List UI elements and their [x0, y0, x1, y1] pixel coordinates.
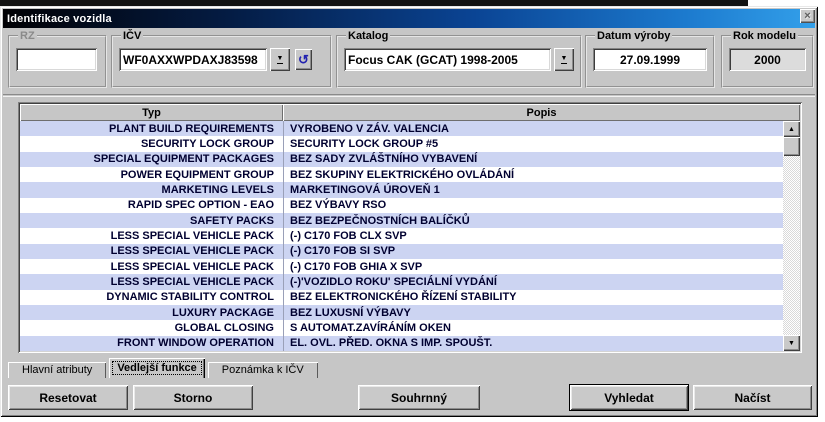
rz-label: RZ	[18, 30, 37, 42]
table-row[interactable]: SECURITY LOCK GROUPSECURITY LOCK GROUP #…	[20, 136, 783, 151]
column-header-typ[interactable]: Typ	[20, 104, 283, 121]
tab-bar: Hlavní atributy Vedlejší funkce Poznámka…	[8, 358, 321, 378]
cell-popis: (-)'VOZIDLO ROKU' SPECIÁLNÍ VYDÁNÍ	[283, 274, 783, 289]
table-row[interactable]: MARKETING LEVELSMARKETINGOVÁ ÚROVEŇ 1	[20, 182, 783, 197]
cell-popis: EL. OVL. PŘED. OKNA S IMP. SPOUŠT.	[283, 336, 783, 351]
cell-popis: (-) C170 FOB GHIA X SVP	[283, 259, 783, 274]
cell-popis: BEZ LUXUSNÍ VÝBAVY	[283, 305, 783, 320]
icv-dropdown-button[interactable]: ▼	[270, 48, 290, 71]
cell-typ: MARKETING LEVELS	[20, 184, 283, 196]
dialog-identifikace-vozidla: Identifikace vozidla × RZ IČV ▼ ↺ Katalo…	[0, 6, 818, 417]
cell-popis: (-) C170 FOB SI SVP	[283, 244, 783, 259]
cell-popis: BEZ BEZPEČNOSTNÍCH BALÍČKŮ	[283, 213, 783, 228]
storno-button[interactable]: Storno	[133, 385, 253, 410]
vertical-scrollbar[interactable]: ▲ ▼	[783, 121, 800, 351]
table-row[interactable]: PLANT BUILD REQUIREMENTSVYROBENO V ZÁV. …	[20, 121, 783, 136]
rz-input[interactable]	[16, 48, 97, 71]
table-row[interactable]: DYNAMIC STABILITY CONTROLBEZ ELEKTRONICK…	[20, 290, 783, 305]
cell-popis: S AUTOMAT.ZAVÍRÁNÍM OKEN	[283, 320, 783, 335]
table-row[interactable]: SPECIAL EQUIPMENT PACKAGESBEZ SADY ZVLÁŠ…	[20, 152, 783, 167]
cell-typ: POWER EQUIPMENT GROUP	[20, 169, 283, 181]
scroll-up-button[interactable]: ▲	[783, 121, 800, 137]
cell-typ: SECURITY LOCK GROUP	[20, 138, 283, 150]
cell-typ: LESS SPECIAL VEHICLE PACK	[20, 261, 283, 273]
cell-popis: (-) C170 FOB CLX SVP	[283, 228, 783, 243]
undo-icon: ↺	[298, 53, 309, 66]
table-header: Typ Popis	[20, 104, 800, 121]
datum-vyroby-label: Datum výroby	[595, 30, 672, 42]
icv-input[interactable]	[119, 48, 267, 71]
table-row[interactable]: LUXURY PACKAGEBEZ LUXUSNÍ VÝBAVY	[20, 305, 783, 320]
cell-popis: BEZ VÝBAVY RSO	[283, 198, 783, 213]
group-datum-vyroby: Datum výroby	[585, 30, 715, 88]
group-rz: RZ	[8, 30, 107, 88]
close-icon: ×	[804, 10, 810, 22]
cell-typ: GLOBAL CLOSING	[20, 322, 283, 334]
katalog-dropdown-button[interactable]: ▼	[554, 48, 574, 71]
table-row[interactable]: POWER EQUIPMENT GROUPBEZ SKUPINY ELEKTRI…	[20, 167, 783, 182]
cell-typ: LUXURY PACKAGE	[20, 307, 283, 319]
tab-vedlejsi-funkce[interactable]: Vedlejší funkce	[109, 358, 204, 378]
column-header-popis[interactable]: Popis	[283, 104, 800, 121]
close-button[interactable]: ×	[800, 9, 815, 23]
cell-typ: LESS SPECIAL VEHICLE PACK	[20, 276, 283, 288]
cell-typ: SPECIAL EQUIPMENT PACKAGES	[20, 153, 283, 165]
scrollbar-thumb[interactable]	[783, 137, 800, 156]
souhrnny-button[interactable]: Souhrnný	[358, 385, 480, 410]
scroll-down-icon: ▼	[788, 340, 795, 347]
katalog-input[interactable]	[344, 48, 551, 71]
katalog-label: Katalog	[346, 30, 390, 42]
tab-hlavni-atributy[interactable]: Hlavní atributy	[8, 362, 106, 378]
tab-poznamka-k-icv[interactable]: Poznámka k IČV	[208, 362, 318, 378]
icv-label: IČV	[121, 30, 143, 42]
cell-popis: SECURITY LOCK GROUP #5	[283, 136, 783, 151]
cell-typ: PLANT BUILD REQUIREMENTS	[20, 123, 283, 135]
table-row[interactable]: FRONT WINDOW OPERATIONEL. OVL. PŘED. OKN…	[20, 336, 783, 351]
cell-typ: RAPID SPEC OPTION - EAO	[20, 199, 283, 211]
titlebar[interactable]: Identifikace vozidla	[3, 9, 815, 28]
table-body: PLANT BUILD REQUIREMENTSVYROBENO V ZÁV. …	[20, 121, 783, 351]
table-row[interactable]: LESS SPECIAL VEHICLE PACK(-)'VOZIDLO ROK…	[20, 274, 783, 289]
table-row[interactable]: GLOBAL CLOSINGS AUTOMAT.ZAVÍRÁNÍM OKEN	[20, 320, 783, 335]
group-katalog: Katalog ▼	[336, 30, 582, 88]
dropdown-icon: ▼	[277, 55, 284, 64]
table-row[interactable]: SAFETY PACKSBEZ BEZPEČNOSTNÍCH BALÍČKŮ	[20, 213, 783, 228]
cell-popis: MARKETINGOVÁ ÚROVEŇ 1	[283, 182, 783, 197]
cell-typ: LESS SPECIAL VEHICLE PACK	[20, 230, 283, 242]
cell-typ: DYNAMIC STABILITY CONTROL	[20, 291, 283, 303]
vyhledat-button[interactable]: Vyhledat	[570, 385, 688, 410]
button-row: Resetovat Storno Souhrnný Vyhledat Načís…	[0, 385, 818, 412]
section-divider	[3, 94, 815, 97]
table-row[interactable]: LESS SPECIAL VEHICLE PACK(-) C170 FOB SI…	[20, 244, 783, 259]
icv-history-button[interactable]: ↺	[295, 49, 312, 70]
group-icv: IČV ▼ ↺	[111, 30, 332, 88]
scroll-down-button[interactable]: ▼	[783, 335, 800, 351]
cell-popis: VYROBENO V ZÁV. VALENCIA	[283, 121, 783, 136]
cell-typ: FRONT WINDOW OPERATION	[20, 337, 283, 349]
cell-typ: SAFETY PACKS	[20, 215, 283, 227]
datum-vyroby-input[interactable]	[593, 48, 707, 71]
rok-modelu-label: Rok modelu	[731, 30, 798, 42]
table-row[interactable]: LESS SPECIAL VEHICLE PACK(-) C170 FOB GH…	[20, 259, 783, 274]
attributes-table: Typ Popis PLANT BUILD REQUIREMENTSVYROBE…	[18, 102, 802, 353]
cell-popis: BEZ ELEKTRONICKÉHO ŘÍZENÍ STABILITY	[283, 290, 783, 305]
resetovat-button[interactable]: Resetovat	[8, 385, 128, 410]
cell-popis: BEZ SKUPINY ELEKTRICKÉHO OVLÁDÁNÍ	[283, 167, 783, 182]
scrollbar-track[interactable]	[783, 156, 800, 335]
cell-popis: BEZ SADY ZVLÁŠTNÍHO VYBAVENÍ	[283, 152, 783, 167]
table-row[interactable]: LESS SPECIAL VEHICLE PACK(-) C170 FOB CL…	[20, 228, 783, 243]
rok-modelu-value	[729, 48, 806, 71]
group-rok-modelu: Rok modelu	[721, 30, 814, 88]
table-row[interactable]: RAPID SPEC OPTION - EAOBEZ VÝBAVY RSO	[20, 198, 783, 213]
cell-typ: LESS SPECIAL VEHICLE PACK	[20, 245, 283, 257]
nacist-button[interactable]: Načíst	[693, 385, 812, 410]
dropdown-icon: ▼	[561, 55, 568, 64]
scroll-up-icon: ▲	[788, 126, 795, 133]
window-title: Identifikace vozidla	[7, 13, 112, 25]
